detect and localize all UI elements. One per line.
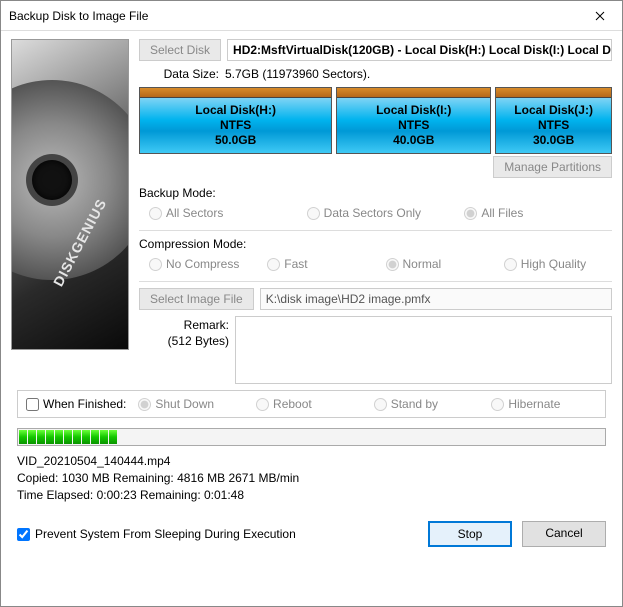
prevent-sleep-checkbox[interactable]: Prevent System From Sleeping During Exec… (17, 527, 296, 541)
backup-mode-label: Backup Mode: (139, 186, 612, 200)
radio-fast: Fast (267, 257, 375, 271)
stop-button[interactable]: Stop (428, 521, 512, 547)
partition-fs: NTFS (339, 118, 488, 133)
radio-normal: Normal (386, 257, 494, 271)
radio-all-sectors: All Sectors (149, 206, 297, 220)
data-size-value: 5.7GB (11973960 Sectors). (225, 67, 370, 81)
radio-hibernate: Hibernate (491, 397, 597, 411)
radio-standby: Stand by (374, 397, 480, 411)
image-file-path: K:\disk image\HD2 image.pmfx (260, 288, 612, 310)
partition-name: Local Disk(H:) (142, 103, 329, 118)
sidebar-image: DISKGENIUS (11, 39, 129, 390)
partition-size: 30.0GB (498, 133, 609, 148)
radio-data-sectors: Data Sectors Only (307, 206, 455, 220)
select-disk-button: Select Disk (139, 39, 221, 61)
manage-partitions-button: Manage Partitions (493, 156, 612, 178)
partition-name: Local Disk(I:) (339, 103, 488, 118)
partition-fs: NTFS (498, 118, 609, 133)
radio-high-quality: High Quality (504, 257, 612, 271)
close-button[interactable] (577, 1, 622, 30)
partition-fs: NTFS (142, 118, 329, 133)
close-icon (595, 11, 605, 21)
cancel-button[interactable]: Cancel (522, 521, 606, 547)
partition[interactable]: Local Disk(I:) NTFS 40.0GB (336, 87, 491, 154)
remark-sublabel: (512 Bytes) (139, 334, 229, 350)
radio-all-files: All Files (464, 206, 612, 220)
window-title: Backup Disk to Image File (9, 9, 148, 23)
remark-label: Remark: (139, 318, 229, 334)
select-image-file-button: Select Image File (139, 288, 254, 310)
progress-bar (17, 428, 606, 446)
partition-name: Local Disk(J:) (498, 103, 609, 118)
partition-size: 40.0GB (339, 133, 488, 148)
partition[interactable]: Local Disk(H:) NTFS 50.0GB (139, 87, 332, 154)
radio-no-compress: No Compress (149, 257, 257, 271)
partition-size: 50.0GB (142, 133, 329, 148)
partition[interactable]: Local Disk(J:) NTFS 30.0GB (495, 87, 612, 154)
partition-map: Local Disk(H:) NTFS 50.0GB Local Disk(I:… (139, 87, 612, 154)
current-file: VID_20210504_140444.mp4 (17, 454, 606, 468)
data-size-label: Data Size: (157, 67, 219, 81)
remark-textarea[interactable] (235, 316, 612, 384)
radio-reboot: Reboot (256, 397, 362, 411)
compression-mode-label: Compression Mode: (139, 237, 612, 251)
time-elapsed-remaining: Time Elapsed: 0:00:23 Remaining: 0:01:48 (17, 488, 606, 502)
radio-shutdown: Shut Down (138, 397, 244, 411)
copied-remaining: Copied: 1030 MB Remaining: 4816 MB 2671 … (17, 471, 606, 485)
disk-info-field: HD2:MsftVirtualDisk(120GB) - Local Disk(… (227, 39, 612, 61)
when-finished-checkbox[interactable]: When Finished: (26, 397, 126, 411)
